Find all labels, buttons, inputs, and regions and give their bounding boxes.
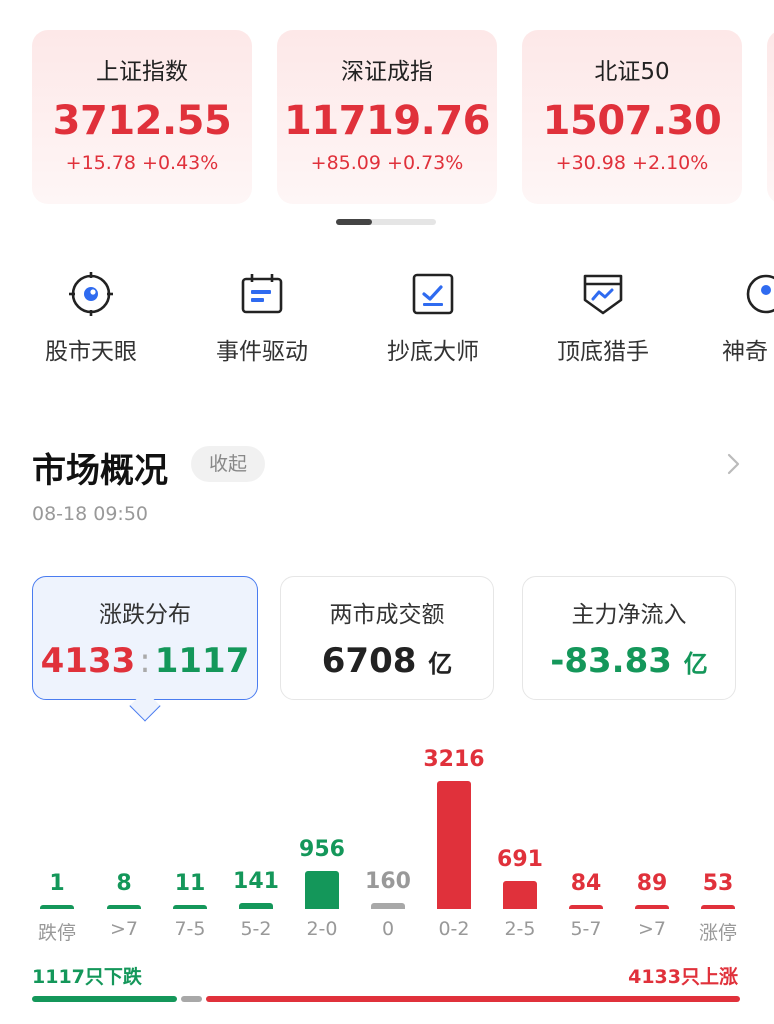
mainflow-unit: 亿 <box>683 650 708 678</box>
index-card-partial[interactable] <box>767 30 774 204</box>
chart-bar <box>437 781 471 909</box>
stat-card-mainflow[interactable]: 主力净流入 -83.83 亿 <box>522 576 736 700</box>
magic-icon <box>740 270 774 318</box>
stat-label: 涨跌分布 <box>99 602 191 628</box>
index-value: 11719.76 <box>283 98 491 144</box>
tool-top-bottom-hunter[interactable]: 顶底猎手 <box>538 270 668 366</box>
chart-value-label: 8 <box>116 871 132 896</box>
calendar-icon <box>238 270 286 318</box>
index-card-sh[interactable]: 上证指数 3712.55 +15.78 +0.43% <box>32 30 252 204</box>
tool-label: 顶底猎手 <box>557 339 649 365</box>
market-timestamp: 08-18 09:50 <box>32 503 149 525</box>
index-change: +30.98 +2.10% <box>555 152 709 174</box>
updown-ratio: 4133:1117 <box>33 641 257 681</box>
stat-card-turnover[interactable]: 两市成交额 6708 亿 <box>280 576 494 700</box>
index-change: +15.78 +0.43% <box>65 152 219 174</box>
chart-bar <box>635 905 669 909</box>
index-change: +85.09 +0.73% <box>310 152 464 174</box>
tool-label: 神奇 <box>722 339 768 365</box>
carousel-pager <box>336 219 436 225</box>
updown-ratio-bar <box>32 996 740 1002</box>
chart-value-label: 53 <box>702 871 734 896</box>
chart-category-label: >7 <box>109 918 138 940</box>
stat-label: 两市成交额 <box>329 602 445 628</box>
chart-value-label: 84 <box>570 871 602 896</box>
index-value: 3712.55 <box>52 98 232 144</box>
chart-category-label: 0 <box>381 918 395 940</box>
turnover-value: 6708 <box>321 641 417 681</box>
chart-value-label: 3216 <box>423 747 485 772</box>
chart-bar <box>40 905 74 909</box>
shield-chart-icon <box>579 270 627 318</box>
stat-card-updown[interactable]: 涨跌分布 4133:1117 <box>32 576 258 700</box>
chart-bar <box>701 905 735 909</box>
index-carousel[interactable]: 上证指数 3712.55 +15.78 +0.43% 深证成指 11719.76… <box>0 30 774 206</box>
index-card-sz[interactable]: 深证成指 11719.76 +85.09 +0.73% <box>277 30 497 204</box>
tools-row: 股市天眼 事件驱动 抄底大师 顶底猎手 神奇 <box>0 270 774 370</box>
turnover-unit: 亿 <box>428 650 453 678</box>
down-summary: 1117只下跌 <box>32 966 142 988</box>
tool-bottom-master[interactable]: 抄底大师 <box>368 270 498 366</box>
chart-category-label: 0-2 <box>438 918 470 940</box>
chart-bar <box>371 903 405 909</box>
chart-value-label: 1 <box>49 871 65 896</box>
chart-category-label: 跌停 <box>37 922 76 944</box>
chart-value-label: 11 <box>174 871 206 896</box>
up-count: 4133 <box>40 641 136 681</box>
chart-value-label: 160 <box>365 869 411 894</box>
chart-bar <box>305 871 339 909</box>
ratio-separator: : <box>139 641 151 681</box>
chart-category-label: 7-5 <box>174 918 206 940</box>
chart-bar <box>239 903 273 909</box>
index-name: 深证成指 <box>341 59 433 85</box>
chart-category-label: 2-0 <box>306 918 338 940</box>
mainflow-value-wrap: -83.83 亿 <box>523 641 735 681</box>
chart-bar <box>569 905 603 909</box>
market-overview-title: 市场概况 <box>32 451 168 491</box>
checkbox-icon <box>409 270 457 318</box>
chevron-right-icon[interactable] <box>724 452 744 480</box>
chart-value-label: 141 <box>233 869 279 894</box>
index-value: 1507.30 <box>542 98 722 144</box>
index-name: 上证指数 <box>96 59 188 85</box>
pager-thumb <box>336 219 372 225</box>
turnover-value-wrap: 6708 亿 <box>281 641 493 681</box>
stat-label: 主力净流入 <box>571 602 687 628</box>
chart-category-label: 5-7 <box>570 918 602 940</box>
ratio-segment-flat <box>181 996 202 1002</box>
tool-label: 抄底大师 <box>387 339 479 365</box>
chart-category-label: >7 <box>637 918 666 940</box>
tool-magic[interactable]: 神奇 <box>700 270 774 366</box>
chart-value-label: 691 <box>497 847 543 872</box>
chart-bar <box>107 905 141 909</box>
chart-value-label: 89 <box>636 871 668 896</box>
tool-label: 事件驱动 <box>216 339 308 365</box>
chart-bar <box>503 881 537 909</box>
chart-category-label: 2-5 <box>504 918 536 940</box>
collapse-button[interactable]: 收起 <box>191 446 265 482</box>
chart-category-label: 涨停 <box>698 922 737 944</box>
chart-value-label: 956 <box>299 837 345 862</box>
chart-category-label: 5-2 <box>240 918 272 940</box>
chart-bar <box>173 905 207 909</box>
down-count: 1117 <box>154 641 250 681</box>
ratio-segment-up <box>206 996 740 1002</box>
up-summary: 4133只上涨 <box>628 966 738 988</box>
index-card-bz50[interactable]: 北证50 1507.30 +30.98 +2.10% <box>522 30 742 204</box>
tool-label: 股市天眼 <box>45 339 137 365</box>
index-name: 北证50 <box>594 59 670 85</box>
tool-event-driven[interactable]: 事件驱动 <box>197 270 327 366</box>
ratio-segment-down <box>32 996 177 1002</box>
tool-market-eye[interactable]: 股市天眼 <box>26 270 156 366</box>
mainflow-value: -83.83 <box>550 641 672 681</box>
eye-target-icon <box>67 270 115 318</box>
